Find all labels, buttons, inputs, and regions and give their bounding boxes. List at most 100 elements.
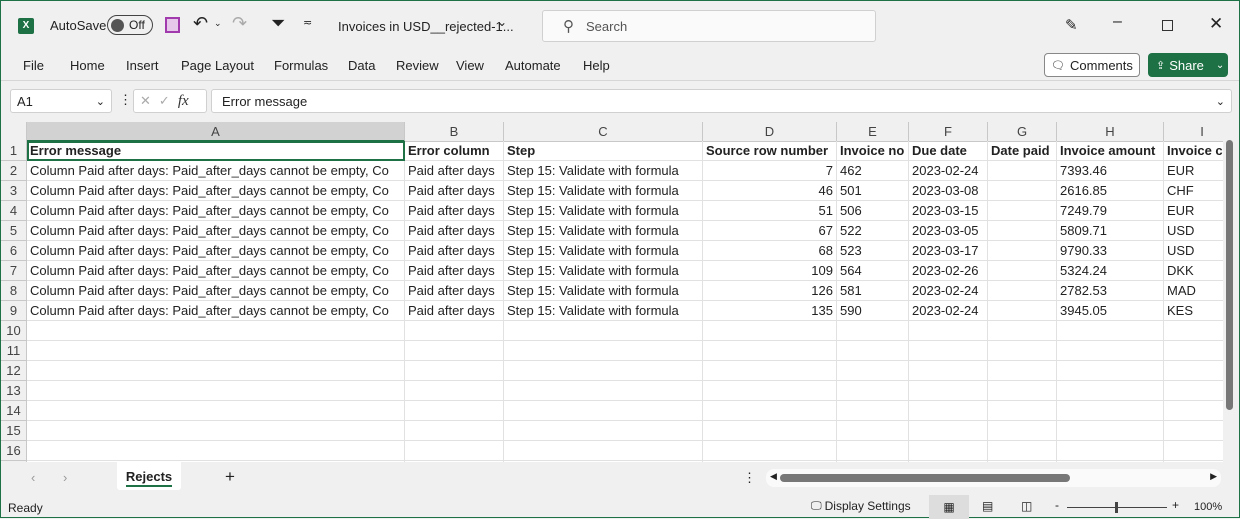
column-header-F[interactable]: F [909, 122, 988, 142]
column-header-A[interactable]: A [27, 122, 405, 142]
cell[interactable]: USD [1164, 221, 1223, 241]
redo-icon[interactable]: ↷ [232, 13, 247, 34]
cell[interactable]: EUR [1164, 161, 1223, 181]
cell[interactable] [27, 361, 405, 381]
autosave-toggle[interactable]: Off [107, 15, 153, 35]
cell[interactable]: 51 [703, 201, 837, 221]
cell[interactable]: Column Paid after days: Paid_after_days … [27, 281, 405, 301]
cell[interactable]: EUR [1164, 201, 1223, 221]
cell[interactable]: 2023-03-05 [909, 221, 988, 241]
cell[interactable]: 506 [837, 201, 909, 221]
cell[interactable]: Column Paid after days: Paid_after_days … [27, 301, 405, 321]
cell[interactable] [504, 361, 703, 381]
tab-splitter-icon[interactable]: ⋮ [743, 470, 756, 486]
cell[interactable]: 2782.53 [1057, 281, 1164, 301]
cell[interactable]: Step 15: Validate with formula [504, 221, 703, 241]
cell[interactable] [504, 381, 703, 401]
cell[interactable]: Column Paid after days: Paid_after_days … [27, 241, 405, 261]
column-header-G[interactable]: G [988, 122, 1057, 142]
cell[interactable] [909, 441, 988, 461]
cell[interactable] [27, 441, 405, 461]
cell[interactable] [405, 441, 504, 461]
cell[interactable] [703, 381, 837, 401]
cell[interactable] [909, 361, 988, 381]
cell[interactable] [837, 321, 909, 341]
row-header[interactable]: 2 [1, 161, 27, 181]
cancel-icon[interactable]: ✕ [140, 93, 151, 109]
cell[interactable]: Step 15: Validate with formula [504, 241, 703, 261]
share-dropdown-icon[interactable]: ⌄ [1216, 60, 1224, 71]
prev-sheet-icon[interactable]: ‹ [31, 470, 35, 485]
cell[interactable]: 462 [837, 161, 909, 181]
minimize-button[interactable]: – [1113, 13, 1122, 31]
cell[interactable] [1057, 381, 1164, 401]
comments-button[interactable]: 🗨 Comments [1044, 53, 1140, 77]
zoom-slider[interactable] [1067, 502, 1167, 513]
page-break-view-button[interactable]: ◫ [1021, 499, 1032, 513]
row-header[interactable]: 16 [1, 441, 27, 461]
cell[interactable] [1164, 361, 1223, 381]
zoom-out-button[interactable]: - [1055, 498, 1059, 512]
cell[interactable]: Step 15: Validate with formula [504, 201, 703, 221]
cell[interactable]: 2023-02-24 [909, 281, 988, 301]
cell[interactable] [405, 381, 504, 401]
cell[interactable] [703, 401, 837, 421]
cell[interactable]: Column Paid after days: Paid_after_days … [27, 181, 405, 201]
cell[interactable]: Paid after days [405, 301, 504, 321]
menu-review[interactable]: Review [396, 58, 439, 73]
cell[interactable] [988, 361, 1057, 381]
cell[interactable]: Paid after days [405, 181, 504, 201]
cell[interactable] [988, 281, 1057, 301]
header-cell[interactable]: Error column [405, 141, 504, 161]
cell[interactable]: 2616.85 [1057, 181, 1164, 201]
cell[interactable] [1057, 341, 1164, 361]
cell[interactable] [1164, 321, 1223, 341]
cell[interactable] [837, 421, 909, 441]
display-settings-button[interactable]: 🖵 Display Settings [811, 499, 911, 513]
cell[interactable]: KES [1164, 301, 1223, 321]
cell[interactable]: USD [1164, 241, 1223, 261]
normal-view-button[interactable]: ▦ [929, 495, 969, 519]
cell[interactable]: Step 15: Validate with formula [504, 281, 703, 301]
cell[interactable]: Paid after days [405, 261, 504, 281]
cell[interactable]: 523 [837, 241, 909, 261]
cell[interactable]: 564 [837, 261, 909, 281]
cell[interactable]: 2023-03-17 [909, 241, 988, 261]
cell[interactable]: Paid after days [405, 241, 504, 261]
cell[interactable] [988, 321, 1057, 341]
cell[interactable] [909, 321, 988, 341]
menu-view[interactable]: View [456, 58, 484, 73]
header-cell[interactable]: Due date [909, 141, 988, 161]
cell[interactable] [1057, 441, 1164, 461]
cell[interactable] [703, 361, 837, 381]
cell[interactable] [504, 321, 703, 341]
header-cell[interactable]: Source row number [703, 141, 837, 161]
cell[interactable]: DKK [1164, 261, 1223, 281]
filter-icon[interactable]: ⏷ [271, 13, 285, 34]
zoom-in-button[interactable]: + [1172, 498, 1179, 512]
column-header-E[interactable]: E [837, 122, 909, 142]
menu-insert[interactable]: Insert [126, 58, 159, 73]
cell[interactable]: Column Paid after days: Paid_after_days … [27, 221, 405, 241]
cell[interactable] [1057, 361, 1164, 381]
undo-icon[interactable]: ↶ [193, 13, 208, 34]
header-cell[interactable]: Invoice amount [1057, 141, 1164, 161]
menu-home[interactable]: Home [70, 58, 105, 73]
h-scroll-thumb[interactable] [780, 474, 1070, 482]
cell[interactable]: Step 15: Validate with formula [504, 161, 703, 181]
cell[interactable]: 2023-03-15 [909, 201, 988, 221]
menu-data[interactable]: Data [348, 58, 375, 73]
cell[interactable] [703, 441, 837, 461]
selected-cell-a1[interactable]: Error message [27, 141, 405, 161]
cell[interactable]: 5324.24 [1057, 261, 1164, 281]
close-button[interactable]: ✕ [1209, 14, 1223, 34]
vertical-scrollbar[interactable] [1223, 122, 1239, 462]
cell[interactable]: 2023-03-08 [909, 181, 988, 201]
cell[interactable]: 2023-02-26 [909, 261, 988, 281]
formula-input[interactable]: Error message ⌄ [211, 89, 1232, 113]
cell[interactable]: 9790.33 [1057, 241, 1164, 261]
cell[interactable]: Step 15: Validate with formula [504, 181, 703, 201]
cell[interactable] [703, 321, 837, 341]
cell[interactable] [988, 261, 1057, 281]
cell[interactable]: Paid after days [405, 281, 504, 301]
